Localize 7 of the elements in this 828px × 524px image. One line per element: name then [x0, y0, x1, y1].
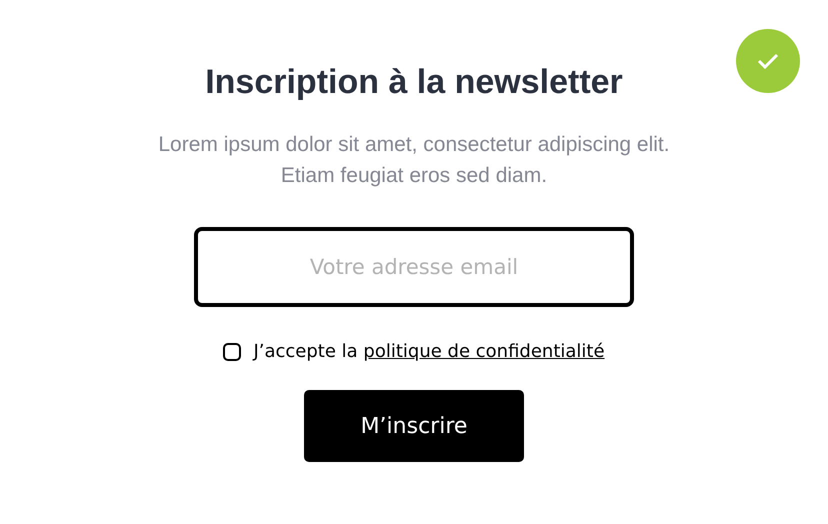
- description-text: Lorem ipsum dolor sit amet, consectetur adipiscing elit. Etiam feugiat eros sed diam.: [157, 132, 671, 189]
- newsletter-title: Inscription à la newsletter: [205, 62, 623, 103]
- consent-checkbox[interactable]: [223, 342, 242, 360]
- consent-label: J’accepte la politique de confidentialité: [253, 341, 605, 362]
- subscribe-button[interactable]: M’inscrire: [304, 390, 524, 462]
- email-field[interactable]: Votre adresse email: [194, 227, 634, 307]
- privacy-policy-link[interactable]: politique de confidentialité: [363, 341, 605, 362]
